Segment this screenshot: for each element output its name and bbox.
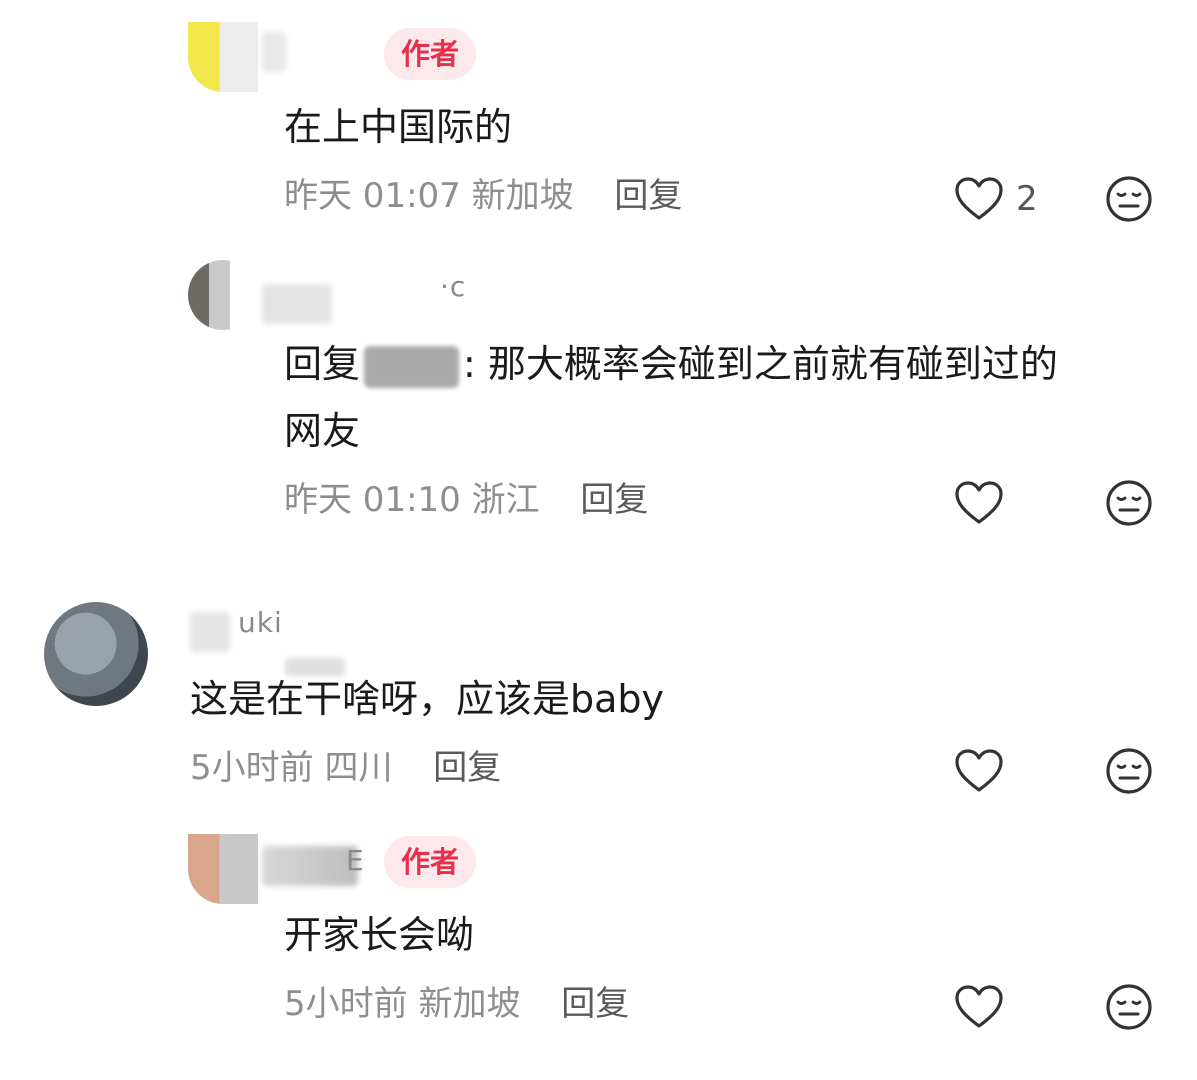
like-button[interactable] (954, 478, 1004, 528)
like-button[interactable]: 2 (954, 174, 1038, 224)
reply-button[interactable]: 回复 (433, 748, 501, 788)
heart-outline-icon (954, 984, 1004, 1030)
reply-button[interactable]: 回复 (614, 176, 682, 216)
username[interactable] (262, 846, 358, 886)
comment-meta: 昨天 01:07 新加坡 回复 (284, 174, 682, 218)
comment-time: 5小时前 (190, 748, 314, 788)
comment-meta: 昨天 01:10 浙江 回复 (284, 478, 648, 522)
heart-outline-icon (954, 176, 1004, 222)
reply-body: : 那大概率会碰到之前就有碰到过的 (463, 342, 1058, 386)
heart-outline-icon (954, 748, 1004, 794)
comment-location: 浙江 (471, 480, 540, 520)
comment-time: 5小时前 (284, 984, 408, 1024)
username[interactable] (190, 612, 230, 652)
redacted-username (364, 345, 460, 388)
comment-text: 在上中国际的 (284, 105, 513, 149)
username-fragment: uki (238, 606, 283, 639)
like-button[interactable] (954, 982, 1004, 1032)
comment-text-line2: 网友 (284, 409, 361, 453)
avatar[interactable] (44, 602, 148, 706)
avatar[interactable] (188, 22, 258, 92)
neutral-face-icon[interactable] (1104, 746, 1154, 796)
avatar[interactable] (188, 260, 258, 330)
neutral-face-icon[interactable] (1104, 174, 1154, 224)
comment-time: 昨天 01:07 (284, 176, 461, 216)
reply-button[interactable]: 回复 (580, 480, 648, 520)
like-count: 2 (1016, 179, 1038, 219)
comment-meta: 5小时前 新加坡 回复 (284, 982, 629, 1026)
comment-text: 回复 : 那大概率会碰到之前就有碰到过的 (284, 333, 1058, 395)
avatar[interactable] (188, 834, 258, 904)
comment-meta: 5小时前 四川 回复 (190, 746, 501, 790)
username-fragment: ·c (440, 270, 467, 303)
comment-location: 新加坡 (418, 984, 521, 1024)
author-badge: 作者 (384, 836, 477, 888)
like-button[interactable] (954, 746, 1004, 796)
comment-text: 开家长会呦 (284, 913, 475, 957)
comment-time: 昨天 01:10 (284, 480, 461, 520)
neutral-face-icon[interactable] (1104, 982, 1154, 1032)
heart-outline-icon (954, 480, 1004, 526)
reply-prefix: 回复 (284, 342, 361, 386)
username-fragment: E (346, 844, 365, 877)
comment-location: 新加坡 (471, 176, 574, 216)
author-badge: 作者 (384, 28, 477, 80)
username[interactable] (262, 32, 286, 72)
reply-button[interactable]: 回复 (561, 984, 629, 1024)
username[interactable] (262, 284, 332, 324)
comment-location: 四川 (324, 748, 393, 788)
comment-text: 这是在干啥呀，应该是baby (190, 677, 665, 721)
neutral-face-icon[interactable] (1104, 478, 1154, 528)
